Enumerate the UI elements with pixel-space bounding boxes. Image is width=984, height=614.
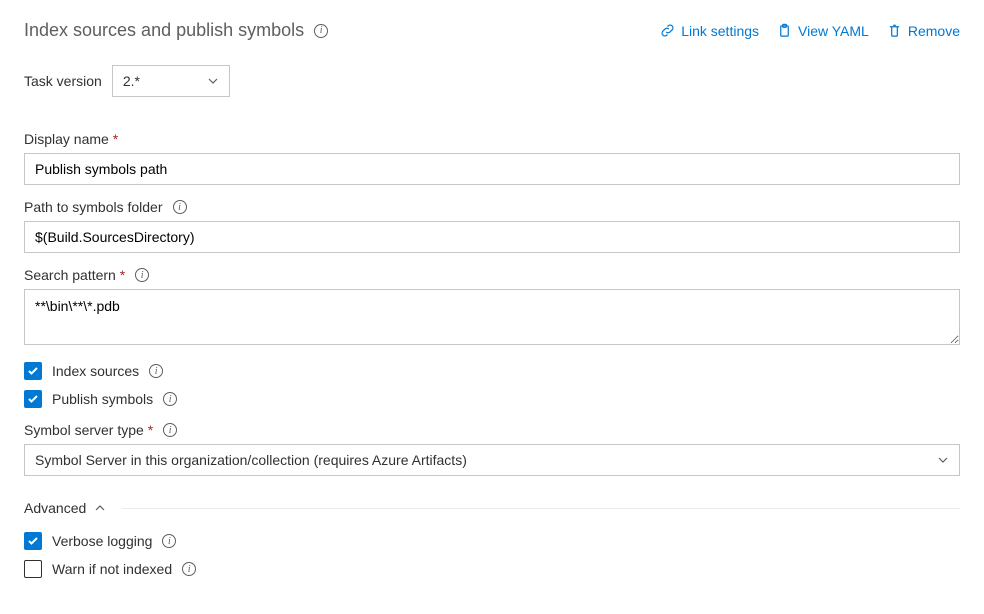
warn-if-not-indexed-checkbox[interactable] [24, 560, 42, 578]
display-name-input[interactable] [24, 153, 960, 185]
search-pattern-group: Search pattern * [24, 267, 960, 348]
chevron-down-icon [207, 75, 219, 87]
publish-symbols-label: Publish symbols [52, 391, 153, 407]
info-icon[interactable] [182, 562, 196, 576]
display-name-group: Display name * [24, 131, 960, 185]
info-icon[interactable] [163, 423, 177, 437]
header-actions: Link settings View YAML Remove [660, 23, 960, 39]
symbol-server-type-label-row: Symbol server type * [24, 422, 960, 438]
task-version-row: Task version 2.* [24, 65, 960, 97]
search-pattern-label-row: Search pattern * [24, 267, 960, 283]
task-version-label: Task version [24, 73, 102, 89]
page-header: Index sources and publish symbols Link s… [24, 20, 960, 41]
path-symbols-label-row: Path to symbols folder [24, 199, 960, 215]
link-icon [660, 23, 675, 38]
link-settings-label: Link settings [681, 23, 759, 39]
search-pattern-input[interactable] [24, 289, 960, 345]
chevron-up-icon [94, 502, 106, 514]
path-symbols-label: Path to symbols folder [24, 199, 163, 215]
verbose-logging-row: Verbose logging [24, 532, 960, 550]
info-icon[interactable] [149, 364, 163, 378]
display-name-label: Display name [24, 131, 109, 147]
info-icon[interactable] [173, 200, 187, 214]
advanced-section-toggle[interactable]: Advanced [24, 500, 960, 516]
required-marker: * [120, 267, 125, 283]
warn-if-not-indexed-row: Warn if not indexed [24, 560, 960, 578]
verbose-logging-checkbox[interactable] [24, 532, 42, 550]
symbol-server-type-label: Symbol server type [24, 422, 144, 438]
warn-if-not-indexed-label: Warn if not indexed [52, 561, 172, 577]
check-icon [27, 393, 39, 405]
divider [122, 508, 960, 509]
advanced-title: Advanced [24, 500, 86, 516]
view-yaml-button[interactable]: View YAML [777, 23, 869, 39]
trash-icon [887, 23, 902, 38]
index-sources-label: Index sources [52, 363, 139, 379]
page-title: Index sources and publish symbols [24, 20, 304, 41]
publish-symbols-row: Publish symbols [24, 390, 960, 408]
required-marker: * [148, 422, 153, 438]
symbol-server-type-select[interactable]: Symbol Server in this organization/colle… [24, 444, 960, 476]
chevron-down-icon [937, 454, 949, 466]
clipboard-icon [777, 23, 792, 38]
remove-label: Remove [908, 23, 960, 39]
check-icon [27, 365, 39, 377]
index-sources-row: Index sources [24, 362, 960, 380]
index-sources-checkbox[interactable] [24, 362, 42, 380]
symbol-server-type-value: Symbol Server in this organization/colle… [35, 452, 467, 468]
info-icon[interactable] [163, 392, 177, 406]
info-icon[interactable] [135, 268, 149, 282]
required-marker: * [113, 131, 118, 147]
task-version-select[interactable]: 2.* [112, 65, 230, 97]
task-version-value: 2.* [123, 73, 140, 89]
page-title-container: Index sources and publish symbols [24, 20, 328, 41]
search-pattern-label: Search pattern [24, 267, 116, 283]
check-icon [27, 535, 39, 547]
remove-button[interactable]: Remove [887, 23, 960, 39]
path-symbols-input[interactable] [24, 221, 960, 253]
view-yaml-label: View YAML [798, 23, 869, 39]
symbol-server-type-group: Symbol server type * Symbol Server in th… [24, 422, 960, 476]
link-settings-button[interactable]: Link settings [660, 23, 759, 39]
info-icon[interactable] [314, 24, 328, 38]
verbose-logging-label: Verbose logging [52, 533, 152, 549]
publish-symbols-checkbox[interactable] [24, 390, 42, 408]
path-symbols-group: Path to symbols folder [24, 199, 960, 253]
display-name-label-row: Display name * [24, 131, 960, 147]
info-icon[interactable] [162, 534, 176, 548]
